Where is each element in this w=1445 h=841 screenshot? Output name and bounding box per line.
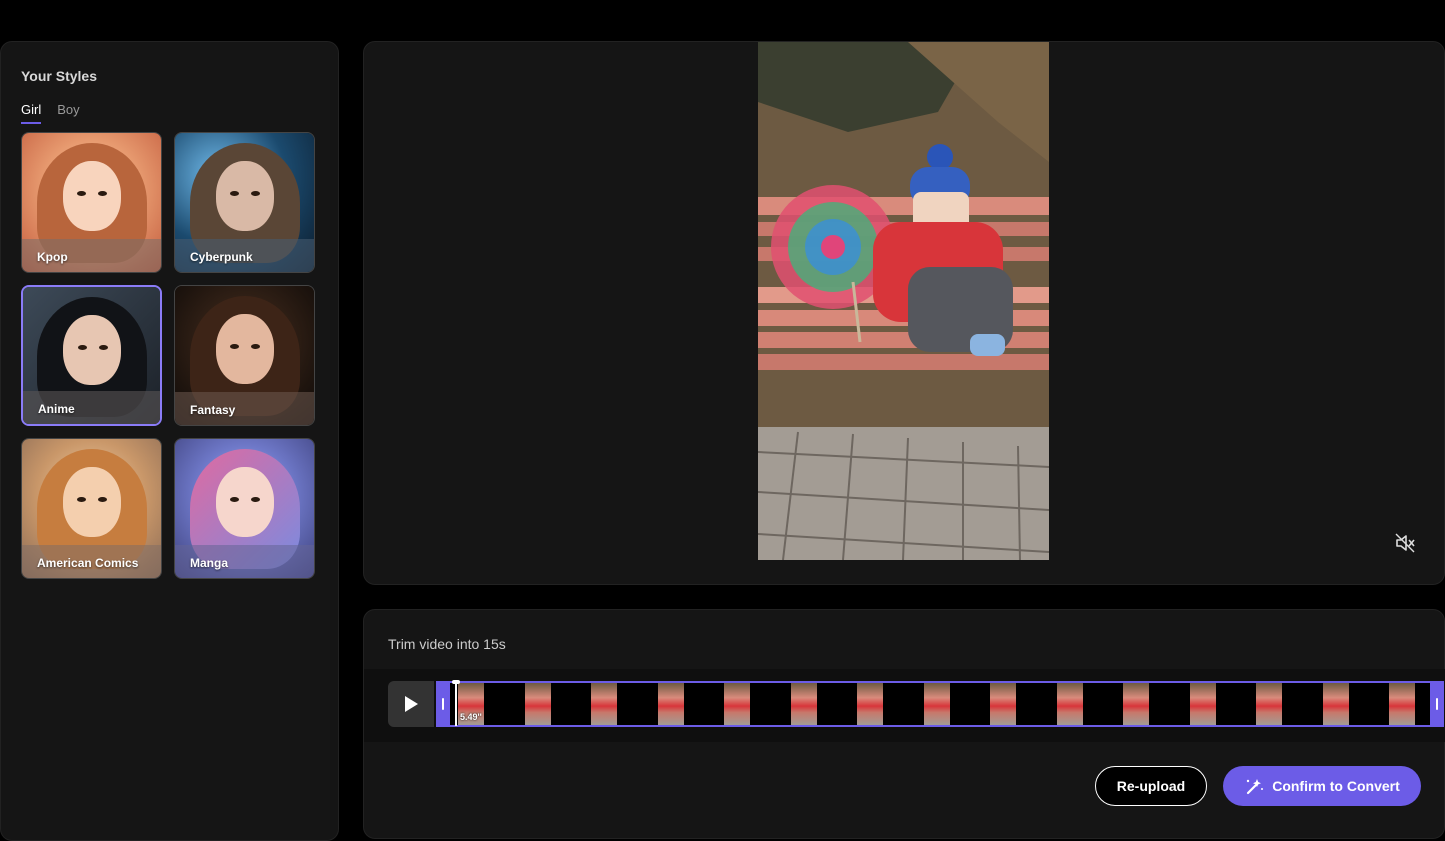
styles-panel: Your Styles Girl Boy Kpop Cyberpunk Anim… — [0, 41, 339, 841]
play-icon — [405, 696, 418, 712]
styles-title: Your Styles — [21, 68, 97, 84]
style-tabs: Girl Boy — [21, 102, 80, 124]
timeline-thumbnail — [591, 683, 617, 725]
playhead[interactable] — [455, 682, 457, 726]
style-card-label: Manga — [190, 556, 229, 570]
timeline-strip[interactable] — [436, 681, 1444, 727]
current-time: 5.49'' — [460, 712, 482, 722]
trim-start-handle[interactable] — [436, 681, 450, 727]
style-card-kpop[interactable]: Kpop — [21, 132, 162, 273]
trim-label: Trim video into 15s — [388, 636, 506, 652]
timeline-thumbnail — [524, 683, 551, 725]
timeline-thumbnail — [724, 683, 750, 725]
play-button[interactable] — [388, 681, 434, 727]
style-card-anime[interactable]: Anime — [21, 285, 162, 426]
trim-panel: Trim video into 15s 5.49'' Re-upload Con… — [363, 609, 1445, 839]
style-card-manga[interactable]: Manga — [174, 438, 315, 579]
style-card-label: Anime — [38, 402, 75, 416]
timeline-thumbnail — [923, 683, 950, 725]
style-card-fantasy[interactable]: Fantasy — [174, 285, 315, 426]
style-card-american-comics[interactable]: American Comics — [21, 438, 162, 579]
style-card-cyberpunk[interactable]: Cyberpunk — [174, 132, 315, 273]
reupload-button[interactable]: Re-upload — [1095, 766, 1207, 806]
trim-end-handle[interactable] — [1430, 681, 1444, 727]
style-grid: Kpop Cyberpunk Anime Fantasy American Co… — [21, 132, 315, 579]
timeline-thumbnail — [1123, 683, 1149, 725]
video-frame-image — [758, 42, 1049, 560]
timeline-thumbnail — [1322, 683, 1349, 725]
tab-girl[interactable]: Girl — [21, 102, 42, 124]
video-player[interactable] — [758, 42, 1049, 560]
style-card-label: Kpop — [37, 250, 68, 264]
style-card-label: American Comics — [37, 556, 139, 570]
timeline-thumbnail — [1189, 683, 1216, 725]
confirm-convert-button[interactable]: Confirm to Convert — [1223, 766, 1421, 806]
timeline-thumbnail — [1056, 683, 1083, 725]
style-card-label: Fantasy — [190, 403, 236, 417]
video-preview-panel — [363, 41, 1445, 585]
tab-boy[interactable]: Boy — [57, 102, 79, 124]
timeline-thumbnail — [1256, 683, 1282, 725]
timeline-thumbnail — [1389, 683, 1415, 725]
magic-wand-icon — [1247, 779, 1264, 795]
style-card-label: Cyberpunk — [190, 250, 253, 264]
timeline-thumbnail — [790, 683, 817, 725]
confirm-convert-label: Confirm to Convert — [1272, 778, 1400, 794]
speaker-muted-icon[interactable] — [1394, 532, 1416, 554]
timeline-thumbnail — [657, 683, 684, 725]
timeline-thumbnail — [990, 683, 1016, 725]
timeline-thumbnail — [857, 683, 883, 725]
